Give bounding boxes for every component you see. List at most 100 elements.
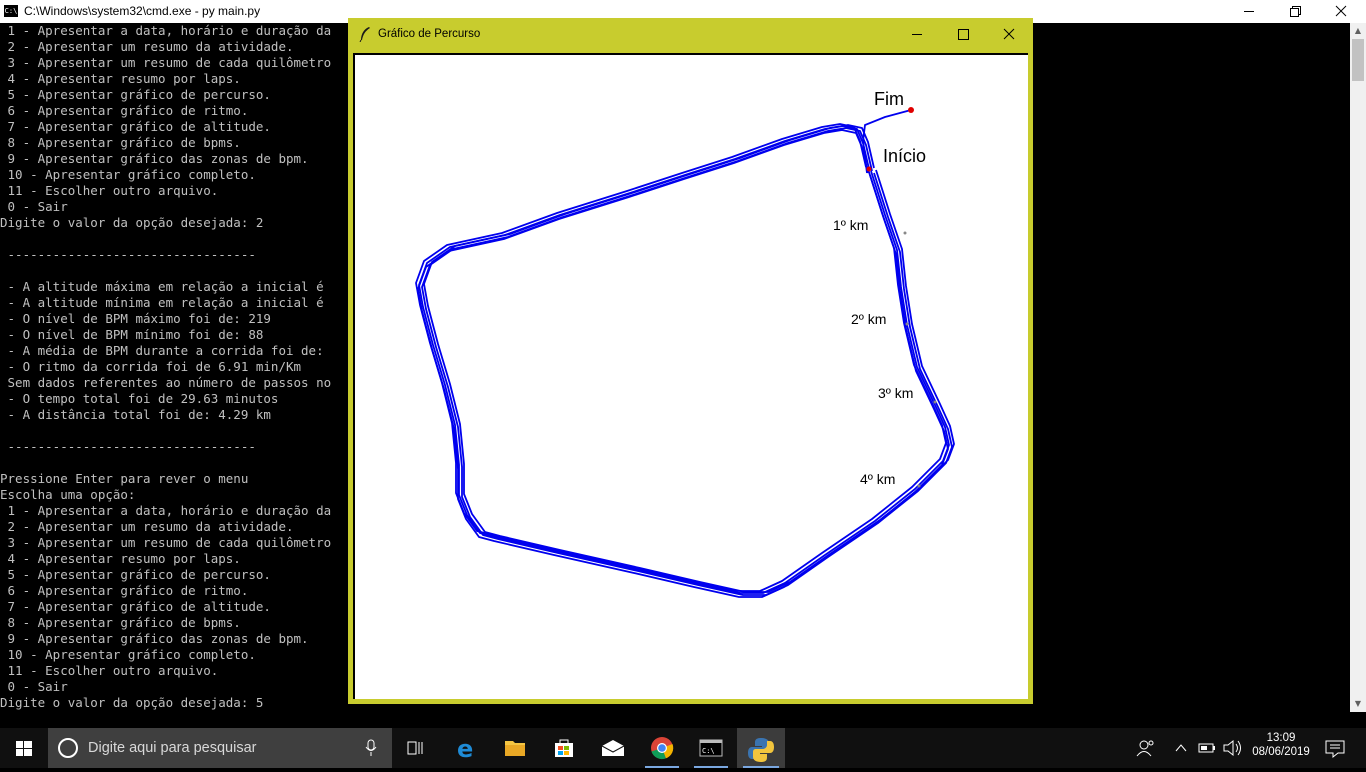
close-icon	[1335, 5, 1347, 17]
console-line: 8 - Apresentar gráfico de bpms.	[0, 615, 241, 630]
console-line: Digite o valor da opção desejada: 2	[0, 215, 264, 230]
search-box[interactable]: Digite aqui para pesquisar	[48, 728, 392, 768]
km1-marker	[903, 231, 907, 235]
console-line: ---------------------------------	[0, 247, 256, 262]
console-line: 2 - Apresentar um resumo da atividade.	[0, 519, 294, 534]
chevron-up-icon	[1175, 744, 1187, 752]
console-line: 1 - Apresentar a data, horário e duração…	[0, 503, 332, 518]
console-line: 5 - Apresentar gráfico de percurso.	[0, 87, 271, 102]
cmd-minimize-button[interactable]	[1226, 0, 1272, 23]
console-line: 10 - Apresentar gráfico completo.	[0, 647, 256, 662]
start-button[interactable]	[0, 728, 48, 768]
route-lap-line	[418, 125, 950, 594]
cmd-taskbar-button[interactable]: C:\	[688, 728, 734, 768]
km2-marker	[905, 322, 909, 326]
file-explorer-button[interactable]	[492, 728, 538, 768]
plot-window[interactable]: Gráfico de Percurso Fim Início 1º km 2º …	[348, 18, 1033, 704]
clock-time: 13:09	[1266, 732, 1296, 744]
plot-minimize-button[interactable]	[894, 18, 940, 50]
people-icon	[1136, 740, 1154, 757]
start-marker	[866, 166, 872, 172]
file-explorer-icon	[505, 741, 525, 756]
plot-window-title: Gráfico de Percurso	[378, 28, 481, 40]
console-line: - O nível de BPM mínimo foi de: 88	[0, 327, 264, 342]
cmd-window-title: C:\Windows\system32\cmd.exe - py main.py	[24, 4, 261, 18]
battery-button[interactable]	[1194, 728, 1220, 768]
console-line: 7 - Apresentar gráfico de altitude.	[0, 119, 271, 134]
chrome-button[interactable]	[639, 728, 685, 768]
end-marker	[908, 107, 914, 113]
chrome-icon	[651, 737, 674, 760]
python-taskbar-button[interactable]	[737, 728, 785, 768]
plot-close-button[interactable]	[986, 18, 1032, 50]
route-lap-line	[415, 123, 947, 592]
console-line: 6 - Apresentar gráfico de ritmo.	[0, 583, 249, 598]
console-line: - A média de BPM durante a corrida foi d…	[0, 343, 324, 358]
close-icon	[1003, 28, 1015, 40]
console-line: 3 - Apresentar um resumo de cada quilôme…	[0, 55, 332, 70]
console-line: 0 - Sair	[0, 679, 68, 694]
cmd-restore-button[interactable]	[1272, 0, 1318, 23]
console-line: Escolha uma opção:	[0, 487, 136, 502]
console-line: - A distância total foi de: 4.29 km	[0, 407, 271, 422]
console-line: - O nível de BPM máximo foi de: 219	[0, 311, 271, 326]
scroll-up-icon[interactable]: ▲	[1350, 23, 1366, 39]
route-plot: Fim Início 1º km 2º km 3º km 4º km	[415, 89, 955, 598]
console-line: 3 - Apresentar um resumo de cada quilôme…	[0, 535, 332, 550]
store-icon	[555, 739, 573, 757]
km4-label: 4º km	[860, 471, 895, 487]
notification-icon	[1325, 740, 1345, 759]
minimize-icon	[1244, 11, 1254, 12]
scroll-down-icon[interactable]: ▼	[1350, 696, 1366, 712]
end-label: Fim	[874, 89, 904, 109]
console-line: - O tempo total foi de 29.63 minutos	[0, 391, 279, 406]
console-line: 10 - Apresentar gráfico completo.	[0, 167, 256, 182]
svg-text:e: e	[457, 735, 473, 763]
microphone-icon[interactable]	[364, 739, 378, 757]
volume-button[interactable]	[1220, 728, 1244, 768]
start-label: Início	[883, 146, 926, 166]
console-line: Pressione Enter para rever o menu	[0, 471, 249, 486]
action-center-button[interactable]	[1318, 728, 1354, 768]
tk-feather-icon	[359, 27, 370, 42]
route-track	[415, 109, 955, 598]
km4-marker	[917, 484, 921, 488]
console-line: 7 - Apresentar gráfico de altitude.	[0, 599, 271, 614]
console-line: 4 - Apresentar resumo por laps.	[0, 551, 241, 566]
minimize-icon	[912, 34, 922, 35]
km2-label: 2º km	[851, 311, 886, 327]
cmd-icon: C:\	[699, 739, 723, 757]
tray-overflow-button[interactable]	[1170, 728, 1192, 768]
store-button[interactable]	[541, 728, 587, 768]
task-view-icon	[407, 741, 423, 755]
plot-titlebar[interactable]: Gráfico de Percurso	[348, 18, 1033, 50]
volume-icon	[1223, 739, 1241, 757]
edge-button[interactable]: e	[444, 728, 490, 768]
task-view-button[interactable]	[393, 728, 439, 768]
console-line: 11 - Escolher outro arquivo.	[0, 663, 219, 678]
plot-maximize-button[interactable]	[940, 18, 986, 50]
km1-label: 1º km	[833, 217, 868, 233]
scroll-thumb[interactable]	[1352, 39, 1364, 81]
clock[interactable]: 13:09 08/06/2019	[1246, 728, 1316, 768]
mail-icon	[601, 740, 625, 756]
console-line: - A altitude máxima em relação a inicial…	[0, 279, 324, 294]
cmd-close-button[interactable]	[1318, 0, 1364, 23]
console-line: ---------------------------------	[0, 439, 256, 454]
people-button[interactable]	[1132, 728, 1160, 768]
console-line: 8 - Apresentar gráfico de bpms.	[0, 135, 241, 150]
cortana-icon	[58, 738, 78, 758]
console-line: - O ritmo da corrida foi de 6.91 min/Km	[0, 359, 302, 374]
maximize-icon	[958, 29, 969, 40]
edge-icon: e	[457, 735, 473, 763]
console-line: 2 - Apresentar um resumo da atividade.	[0, 39, 294, 54]
battery-icon	[1198, 743, 1215, 753]
mail-button[interactable]	[590, 728, 636, 768]
console-line: 4 - Apresentar resumo por laps.	[0, 71, 241, 86]
cmd-scrollbar[interactable]: ▲ ▼	[1350, 23, 1366, 712]
console-line: 1 - Apresentar a data, horário e duração…	[0, 23, 332, 38]
search-input[interactable]: Digite aqui para pesquisar	[88, 728, 256, 768]
